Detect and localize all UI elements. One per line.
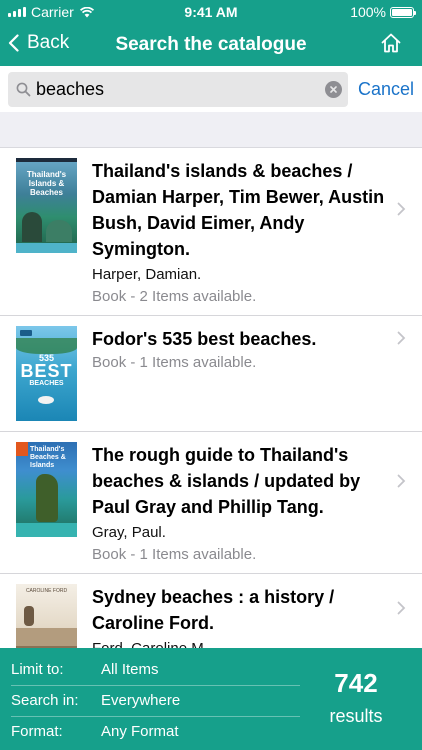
close-icon bbox=[330, 86, 337, 93]
navigation-bar: Back Search the catalogue bbox=[0, 24, 422, 66]
result-title: The rough guide to Thailand's beaches & … bbox=[92, 445, 361, 517]
result-count: 742 bbox=[334, 668, 378, 698]
result-count-label: results bbox=[329, 706, 383, 726]
filter-label: Search in: bbox=[11, 692, 79, 709]
filter-search-in[interactable]: Search in: Everywhere bbox=[0, 685, 300, 716]
result-availability: Book - 1 Items available. bbox=[92, 354, 257, 371]
search-bar: Cancel bbox=[0, 66, 422, 112]
cover-word: BEST bbox=[20, 361, 73, 381]
chevron-right-icon bbox=[397, 474, 406, 488]
filter-limit-to[interactable]: Limit to: All Items bbox=[0, 654, 300, 685]
back-label: Back bbox=[27, 32, 70, 53]
filter-value: Everywhere bbox=[101, 692, 181, 709]
cover-title: Thailand's Beaches & Islands bbox=[30, 446, 66, 469]
chevron-left-icon bbox=[8, 34, 19, 52]
search-input[interactable] bbox=[36, 72, 322, 107]
filter-label: Format: bbox=[11, 723, 63, 740]
filter-label: Limit to: bbox=[11, 661, 64, 678]
clear-search-button[interactable] bbox=[325, 81, 342, 98]
result-title: Thailand's islands & beaches / Damian Ha… bbox=[92, 161, 385, 259]
chevron-right-icon bbox=[397, 331, 406, 345]
home-icon bbox=[381, 33, 401, 53]
section-separator bbox=[0, 112, 422, 148]
result-availability: Book - 2 Items available. bbox=[92, 288, 257, 305]
status-bar: Carrier 9:41 AM 100% bbox=[0, 0, 422, 24]
cover-subtitle: BEACHES bbox=[29, 380, 64, 387]
home-button[interactable] bbox=[380, 32, 402, 59]
result-row[interactable]: CAROLINE FORD Sydney beaches : a history… bbox=[0, 574, 422, 648]
header: Carrier 9:41 AM 100% Back Search the cat… bbox=[0, 0, 422, 66]
battery-percent: 100% bbox=[350, 4, 386, 20]
book-cover: Thailand's Beaches & Islands bbox=[16, 442, 77, 537]
result-row[interactable]: 535 BEST BEACHES Fodor's 535 best beache… bbox=[0, 316, 422, 432]
search-icon bbox=[16, 82, 31, 97]
book-cover: CAROLINE FORD bbox=[16, 584, 77, 648]
result-author: Gray, Paul. bbox=[92, 524, 166, 541]
result-author: Harper, Damian. bbox=[92, 266, 202, 283]
result-availability: Book - 1 Items available. bbox=[92, 546, 257, 563]
chevron-right-icon bbox=[397, 202, 406, 216]
result-author: Ford, Caroline M. bbox=[92, 638, 390, 648]
cover-author: CAROLINE FORD bbox=[25, 588, 68, 594]
search-field bbox=[8, 72, 348, 107]
filter-footer: Limit to: All Items Search in: Everywher… bbox=[0, 648, 422, 750]
cancel-button[interactable]: Cancel bbox=[358, 79, 414, 100]
book-cover: 535 BEST BEACHES bbox=[16, 326, 77, 421]
battery-level bbox=[392, 8, 412, 16]
book-cover: Thailand's Islands & Beaches bbox=[16, 158, 77, 253]
filter-value: Any Format bbox=[101, 723, 179, 740]
chevron-right-icon bbox=[397, 601, 406, 615]
filter-format[interactable]: Format: Any Format bbox=[0, 716, 300, 747]
filter-value: All Items bbox=[101, 661, 159, 678]
result-title: Fodor's 535 best beaches. bbox=[92, 329, 317, 349]
result-row[interactable]: Thailand's Beaches & Islands The rough g… bbox=[0, 432, 422, 574]
battery-icon bbox=[390, 6, 416, 18]
cover-title: Thailand's Islands & Beaches bbox=[26, 170, 67, 197]
result-title: Sydney beaches : a history / Caroline Fo… bbox=[92, 587, 335, 633]
results-list: Thailand's Islands & Beaches Thailand's … bbox=[0, 148, 422, 648]
back-button[interactable]: Back bbox=[8, 32, 69, 54]
result-row[interactable]: Thailand's Islands & Beaches Thailand's … bbox=[0, 148, 422, 316]
